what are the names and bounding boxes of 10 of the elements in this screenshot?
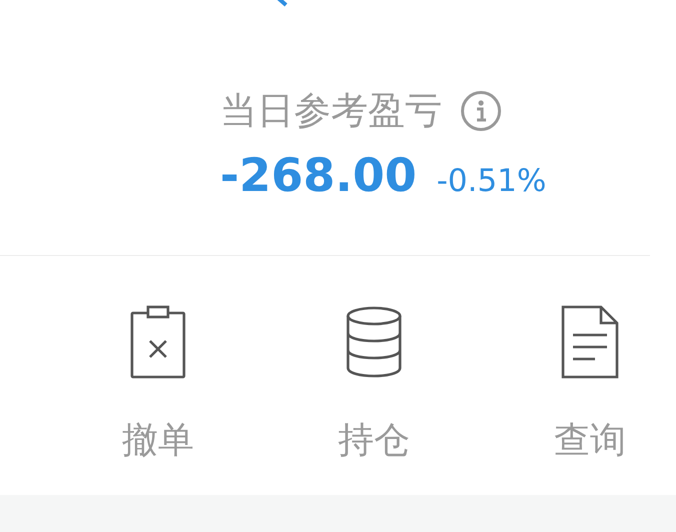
profit-percent: -0.51%	[436, 162, 546, 201]
info-icon[interactable]	[460, 90, 502, 132]
profit-amount: -268.00	[220, 148, 417, 202]
clipboard-x-icon	[130, 305, 186, 379]
document-icon	[561, 305, 619, 379]
database-icon	[345, 306, 403, 378]
action-button[interactable]: 持仓	[266, 304, 482, 462]
action-button[interactable]: 查询	[482, 304, 676, 462]
action-button[interactable]: 撤单	[50, 304, 266, 462]
profit-label: 当日参考盈亏	[220, 88, 442, 134]
